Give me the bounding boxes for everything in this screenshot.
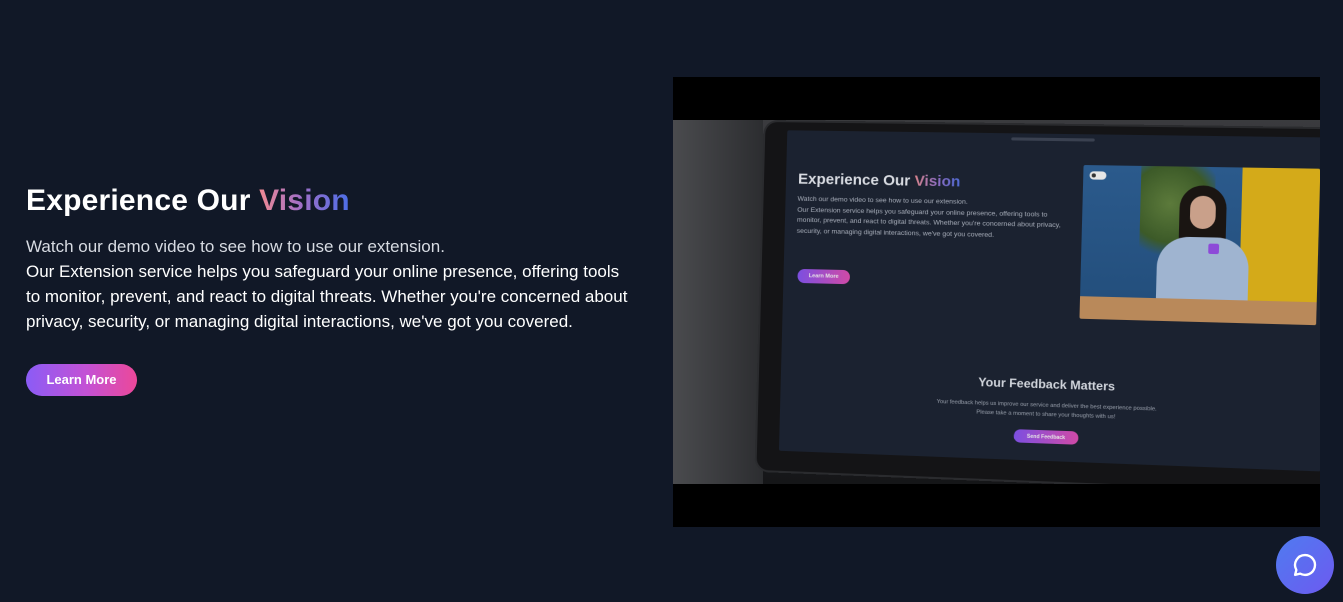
video-desk [1079, 296, 1316, 325]
video-frame-title-plain: Experience Our [798, 171, 915, 190]
video-frame-embedded-video [1079, 165, 1320, 325]
hero-section: Experience Our Vision Watch our demo vid… [26, 183, 636, 396]
chat-bubble-icon [1291, 551, 1319, 579]
video-frame-feedback-body: Your feedback helps us improve our servi… [932, 398, 1162, 424]
video-frame-feedback-title: Your Feedback Matters [781, 369, 1320, 401]
video-background-wall [673, 120, 763, 484]
video-frame-title: Experience Our Vision [798, 171, 961, 191]
hero-intro: Watch our demo video to see how to use o… [26, 234, 636, 259]
page: Experience Our Vision Watch our demo vid… [0, 0, 1343, 602]
play-icon [1208, 244, 1219, 255]
video-frame: Experience Our Vision Watch our demo vid… [673, 120, 1320, 484]
video-frame-body: Watch our demo video to see how to use o… [797, 195, 1064, 243]
chat-button[interactable] [1276, 536, 1334, 594]
hero-title: Experience Our Vision [26, 183, 636, 219]
video-presenter-body [1156, 236, 1250, 306]
video-frame-title-accent: Vision [914, 172, 960, 190]
toggle-icon [1089, 171, 1106, 179]
video-frame-description: Our Extension service helps you safeguar… [797, 205, 1064, 243]
learn-more-button[interactable]: Learn More [26, 364, 137, 396]
video-presenter-face [1190, 196, 1216, 230]
video-frame-feedback-button: Send Feedback [1014, 429, 1079, 445]
hero-title-accent: Vision [259, 184, 350, 217]
video-frame-learn-more: Learn More [797, 269, 850, 284]
video-laptop: Experience Our Vision Watch our demo vid… [756, 122, 1320, 484]
video-laptop-screen: Experience Our Vision Watch our demo vid… [779, 130, 1320, 471]
hero-description: Our Extension service helps you safeguar… [26, 259, 636, 335]
video-url-bar [1011, 137, 1095, 141]
demo-video-player[interactable]: Experience Our Vision Watch our demo vid… [673, 77, 1320, 527]
hero-title-plain: Experience Our [26, 184, 259, 217]
